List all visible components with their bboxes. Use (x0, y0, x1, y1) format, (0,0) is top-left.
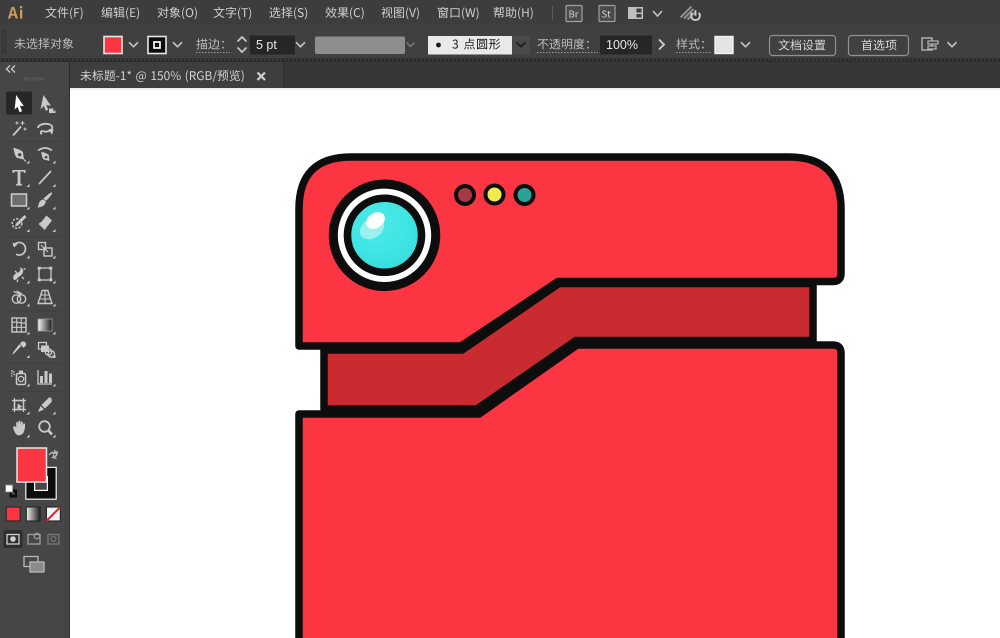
svg-text:100%: 100% (606, 38, 638, 52)
svg-text:5 pt: 5 pt (256, 38, 277, 52)
